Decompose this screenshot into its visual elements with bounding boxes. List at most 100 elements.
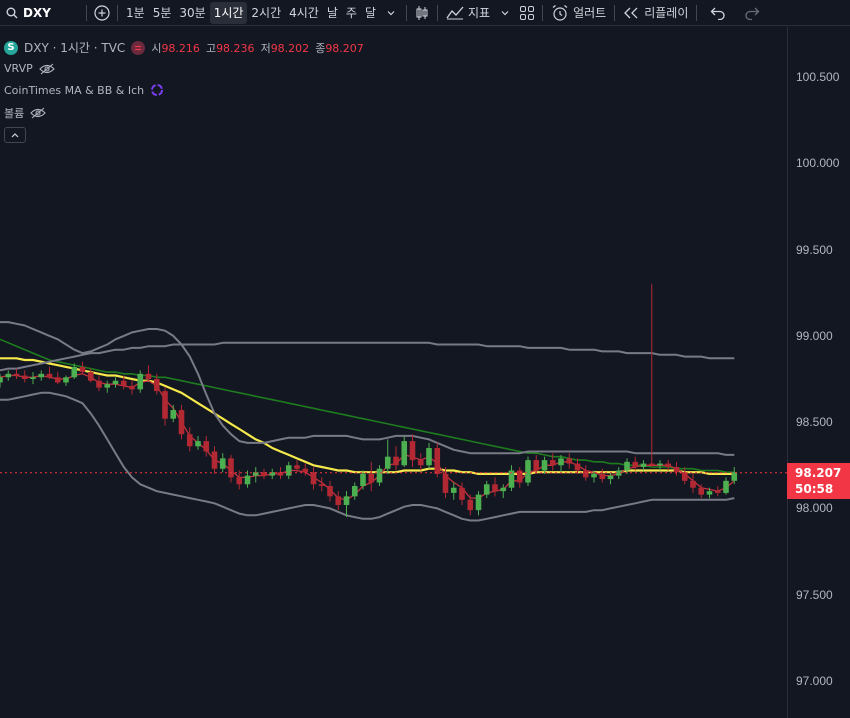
symbol-name: DXY: [23, 5, 51, 20]
chevron-up-icon: [11, 133, 19, 138]
bb-lower-line: [0, 391, 735, 522]
chart-type-button[interactable]: [411, 2, 433, 24]
candle-body: [541, 460, 548, 471]
candle-body: [294, 465, 300, 469]
indicators-button[interactable]: 지표: [442, 2, 494, 24]
candle-body: [13, 373, 20, 376]
candle-body: [87, 372, 94, 381]
ma-yellow-line: [0, 357, 735, 475]
price-chart[interactable]: [0, 27, 787, 718]
volume-legend[interactable]: 볼륨: [4, 105, 47, 121]
candle-body: [549, 460, 556, 466]
price-axis[interactable]: 100.500 100.000 99.500 99.000 98.500 98.…: [787, 27, 850, 718]
candle-body: [104, 384, 111, 388]
candle-body: [648, 463, 655, 466]
alert-button[interactable]: 얼러트: [547, 2, 610, 24]
undo-icon: [710, 7, 726, 20]
candle-body: [46, 373, 53, 378]
interval-week[interactable]: 주: [342, 2, 361, 24]
candle-body: [178, 410, 185, 435]
candle-body: [533, 460, 540, 471]
price-tick: 98.500: [796, 415, 833, 430]
interval-4h[interactable]: 4시간: [285, 2, 323, 24]
interval-day[interactable]: 날: [323, 2, 342, 24]
interval-dropdown[interactable]: [380, 2, 402, 24]
candle-body: [426, 448, 432, 466]
interval-5m[interactable]: 5분: [149, 2, 176, 24]
interval-month[interactable]: 달: [361, 2, 380, 24]
symbol-search[interactable]: DXY: [0, 6, 82, 20]
eye-hidden-icon[interactable]: [30, 107, 47, 119]
undo-button[interactable]: [707, 2, 729, 24]
candle-body: [558, 458, 564, 466]
candle-body: [657, 463, 663, 466]
current-price-value: 98.207: [795, 465, 842, 480]
main-legend: S DXY · 1시간 · TVC 시98.216 고98.236 저98.20…: [4, 39, 364, 56]
candle-body: [285, 465, 292, 476]
candle-body: [599, 473, 606, 480]
bar-countdown: 50:58: [795, 481, 834, 496]
interval-2h[interactable]: 2시간: [247, 2, 285, 24]
price-tick: 97.000: [796, 674, 833, 688]
divider: [614, 4, 616, 21]
ma-red-line: [0, 373, 735, 501]
collapse-legend-button[interactable]: [4, 127, 26, 143]
candle-body: [714, 491, 721, 493]
candle-body: [335, 496, 342, 505]
candle-body: [195, 441, 201, 447]
long-ma-line: [0, 341, 735, 372]
candle-body: [706, 491, 713, 495]
interval-30m[interactable]: 30분: [175, 2, 209, 24]
layout-icon: [520, 5, 535, 20]
candle-body: [343, 496, 350, 505]
candle-body: [393, 456, 399, 466]
candle-body: [120, 380, 127, 386]
candle-body: [310, 472, 317, 485]
indicators-dropdown[interactable]: [494, 2, 516, 24]
candle-body: [145, 373, 152, 379]
candle-body: [376, 468, 383, 483]
price-tick: 99.500: [796, 242, 833, 257]
candle-body: [186, 434, 193, 447]
candle-body: [681, 472, 688, 481]
candle-body: [409, 441, 416, 461]
replay-button[interactable]: 리플레이: [619, 2, 692, 24]
ohlc-open: 시98.216: [151, 41, 200, 55]
candle-body: [219, 458, 226, 469]
vrvp-legend[interactable]: VRVP: [4, 62, 55, 75]
divider: [405, 4, 407, 21]
ohlc-close: 종98.207: [315, 41, 364, 55]
layout-button[interactable]: [516, 2, 538, 24]
candle-body: [566, 458, 573, 464]
divider: [696, 4, 698, 21]
candle-body: [690, 480, 696, 488]
candle-body: [211, 451, 218, 469]
candle-body: [153, 379, 160, 392]
candle-body: [483, 484, 490, 495]
interval-1m[interactable]: 1분: [122, 2, 149, 24]
candle-body: [79, 366, 86, 373]
candle-body: [38, 373, 45, 378]
alert-label: 얼러트: [573, 6, 607, 20]
candle-body: [384, 456, 391, 469]
candle-body: [21, 375, 28, 379]
candle-body: [368, 473, 375, 483]
search-icon: [6, 7, 18, 18]
loading-icon: [151, 84, 164, 96]
candle-body: [582, 470, 589, 478]
redo-button[interactable]: [741, 2, 763, 24]
candle-body: [401, 441, 408, 466]
add-symbol-button[interactable]: [91, 2, 113, 24]
candle-body: [698, 487, 705, 495]
candle-body: [360, 473, 366, 486]
candle-body: [244, 475, 251, 485]
chart-pane[interactable]: S DXY · 1시간 · TVC 시98.216 고98.236 저98.20…: [0, 27, 787, 718]
candle-body: [170, 410, 177, 419]
interval-1h[interactable]: 1시간: [209, 1, 248, 24]
candle-body: [54, 377, 61, 383]
price-tick: 100.500: [796, 70, 840, 84]
replay-label: 리플레이: [644, 6, 689, 20]
eye-hidden-icon[interactable]: [38, 63, 55, 75]
cointimes-legend[interactable]: CoinTimes MA & BB & Ich: [4, 83, 164, 97]
candle-body: [129, 385, 135, 390]
